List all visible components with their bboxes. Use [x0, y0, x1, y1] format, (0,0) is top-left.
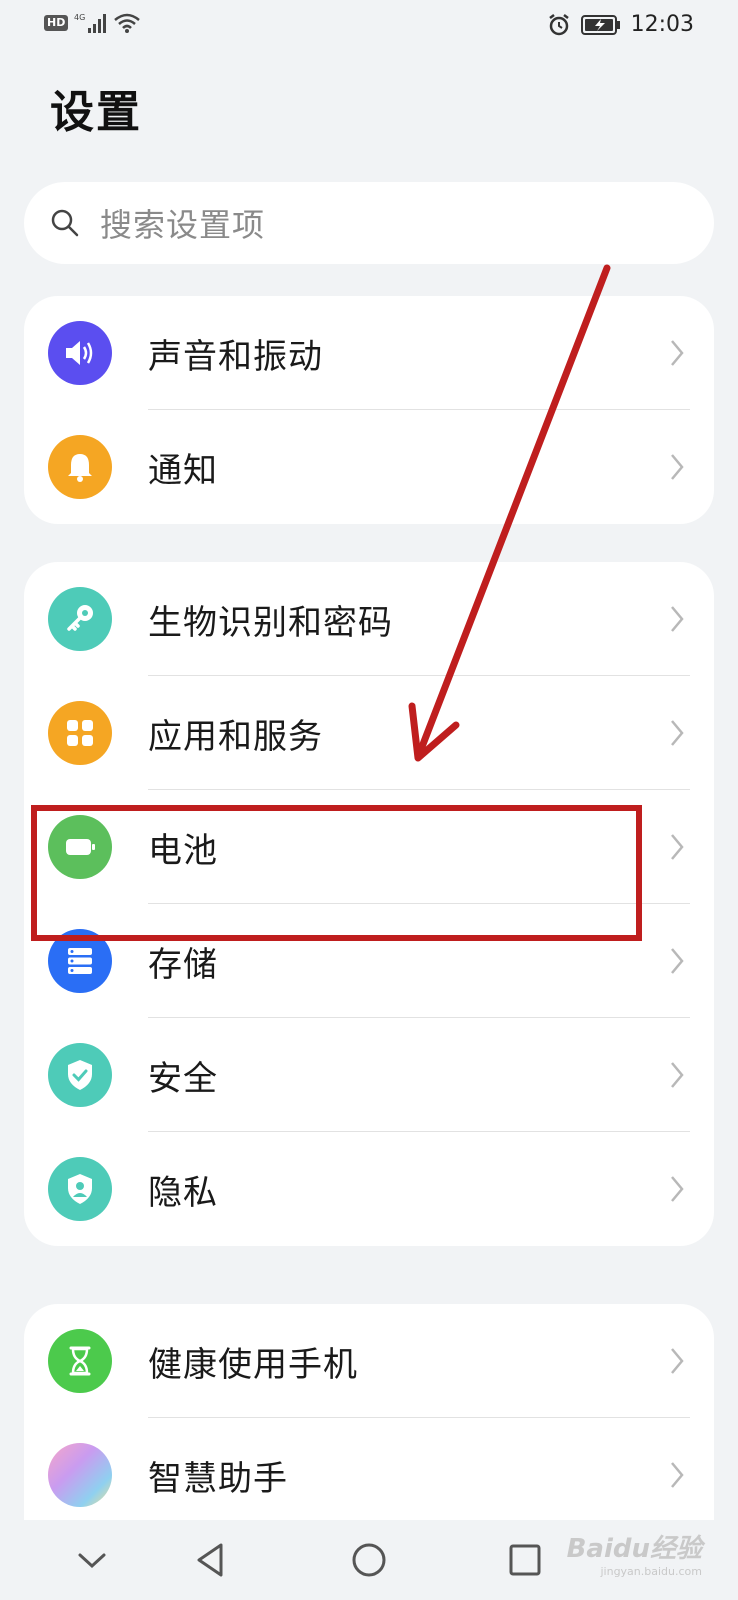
collapse-icon[interactable]	[70, 1538, 114, 1582]
settings-item-label: 声音和振动	[148, 336, 323, 377]
settings-item-label: 健康使用手机	[148, 1344, 358, 1385]
page-title: 设置	[50, 87, 142, 138]
settings-item-assistant[interactable]: 智慧助手	[24, 1418, 714, 1532]
privacy-shield-icon	[48, 1157, 112, 1221]
home-icon[interactable]	[347, 1538, 391, 1582]
watermark: Baidu经验 jingyan.baidu.com	[567, 1528, 702, 1578]
search-input[interactable]: 搜索设置项	[24, 182, 714, 264]
settings-item-biometrics[interactable]: 生物识别和密码	[24, 562, 714, 676]
status-bar: HD 4G 12:03	[0, 0, 738, 52]
settings-item-label: 安全	[148, 1058, 218, 1099]
chevron-right-icon	[671, 1176, 684, 1202]
chevron-right-icon	[671, 948, 684, 974]
hd-badge: HD	[44, 15, 69, 31]
chevron-right-icon	[671, 1062, 684, 1088]
settings-item-label: 隐私	[148, 1172, 218, 1213]
highlight-annotation-box	[31, 805, 642, 941]
settings-item-apps[interactable]: 应用和服务	[24, 676, 714, 790]
settings-item-label: 智慧助手	[148, 1458, 288, 1499]
network-type-label: 4G	[74, 13, 85, 22]
assistant-icon	[48, 1443, 112, 1507]
key-icon	[48, 587, 112, 651]
chevron-right-icon	[671, 720, 684, 746]
bell-icon	[48, 435, 112, 499]
chevron-right-icon	[671, 340, 684, 366]
search-icon	[51, 209, 79, 237]
settings-item-digital-balance[interactable]: 健康使用手机	[24, 1304, 714, 1418]
watermark-main: Baidu经验	[566, 1534, 702, 1564]
chevron-right-icon	[671, 454, 684, 480]
settings-item-sound[interactable]: 声音和振动	[24, 296, 714, 410]
alarm-icon	[548, 13, 569, 35]
settings-item-notifications[interactable]: 通知	[24, 410, 714, 524]
settings-item-label: 应用和服务	[148, 716, 323, 757]
settings-item-security[interactable]: 安全	[24, 1018, 714, 1132]
settings-item-privacy[interactable]: 隐私	[24, 1132, 714, 1246]
watermark-sub: jingyan.baidu.com	[600, 1565, 702, 1578]
shield-check-icon	[48, 1043, 112, 1107]
status-left: HD 4G	[44, 12, 141, 34]
battery-charging-icon	[580, 14, 620, 35]
chevron-right-icon	[671, 1348, 684, 1374]
chevron-right-icon	[671, 1462, 684, 1488]
wifi-icon	[114, 13, 141, 33]
hourglass-icon	[48, 1329, 112, 1393]
recents-icon[interactable]	[503, 1538, 547, 1582]
search-placeholder: 搜索设置项	[100, 206, 266, 244]
apps-grid-icon	[48, 701, 112, 765]
chevron-right-icon	[671, 834, 684, 860]
signal-icon: 4G	[74, 13, 107, 33]
settings-group-1: 声音和振动 通知	[24, 296, 714, 524]
status-time: 12:03	[630, 12, 694, 37]
settings-item-label: 生物识别和密码	[148, 602, 393, 643]
back-icon[interactable]	[190, 1538, 234, 1582]
settings-item-label: 通知	[148, 450, 218, 491]
speaker-icon	[48, 321, 112, 385]
chevron-right-icon	[671, 606, 684, 632]
status-right: 12:03	[547, 12, 694, 37]
settings-item-label: 存储	[148, 944, 218, 985]
